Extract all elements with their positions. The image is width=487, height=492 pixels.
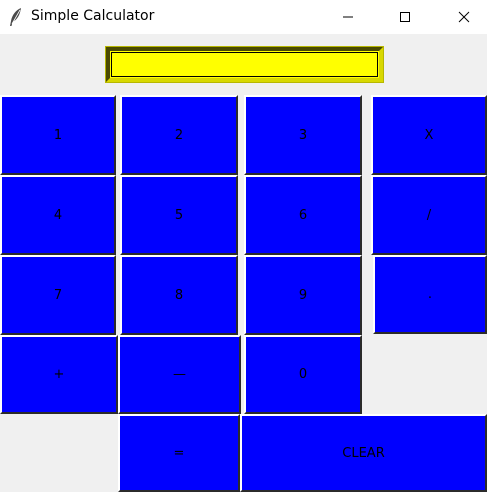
digit-5-button[interactable]: 5 xyxy=(120,175,238,255)
title-bar[interactable]: Simple Calculator xyxy=(0,0,487,34)
close-button[interactable] xyxy=(441,0,487,34)
feather-icon xyxy=(8,7,24,27)
digit-4-button[interactable]: 4 xyxy=(0,175,116,255)
minus-button[interactable]: — xyxy=(118,335,241,414)
decimal-point-button[interactable]: . xyxy=(373,255,487,334)
calculator-window: Simple Calculator 1 2 3 X 4 5 6 / 7 8 9 xyxy=(0,0,487,492)
digit-3-button[interactable]: 3 xyxy=(244,95,362,175)
display-text xyxy=(111,52,378,77)
maximize-icon xyxy=(400,12,410,22)
clear-button[interactable]: CLEAR xyxy=(240,414,487,492)
minimize-icon xyxy=(343,16,353,18)
divide-button[interactable]: / xyxy=(371,175,487,255)
close-icon xyxy=(458,11,470,23)
digit-1-button[interactable]: 1 xyxy=(0,95,116,175)
plus-button[interactable]: + xyxy=(0,335,118,414)
digit-0-button[interactable]: 0 xyxy=(244,335,362,414)
maximize-button[interactable] xyxy=(382,0,428,34)
digit-2-button[interactable]: 2 xyxy=(120,95,238,175)
digit-7-button[interactable]: 7 xyxy=(0,255,116,335)
digit-8-button[interactable]: 8 xyxy=(120,255,238,335)
digit-6-button[interactable]: 6 xyxy=(244,175,362,255)
multiply-button[interactable]: X xyxy=(371,95,487,175)
digit-9-button[interactable]: 9 xyxy=(244,255,362,335)
equals-button[interactable]: = xyxy=(118,414,240,492)
display-entry[interactable] xyxy=(105,46,384,83)
minimize-button[interactable] xyxy=(325,0,371,34)
window-title: Simple Calculator xyxy=(31,8,155,24)
